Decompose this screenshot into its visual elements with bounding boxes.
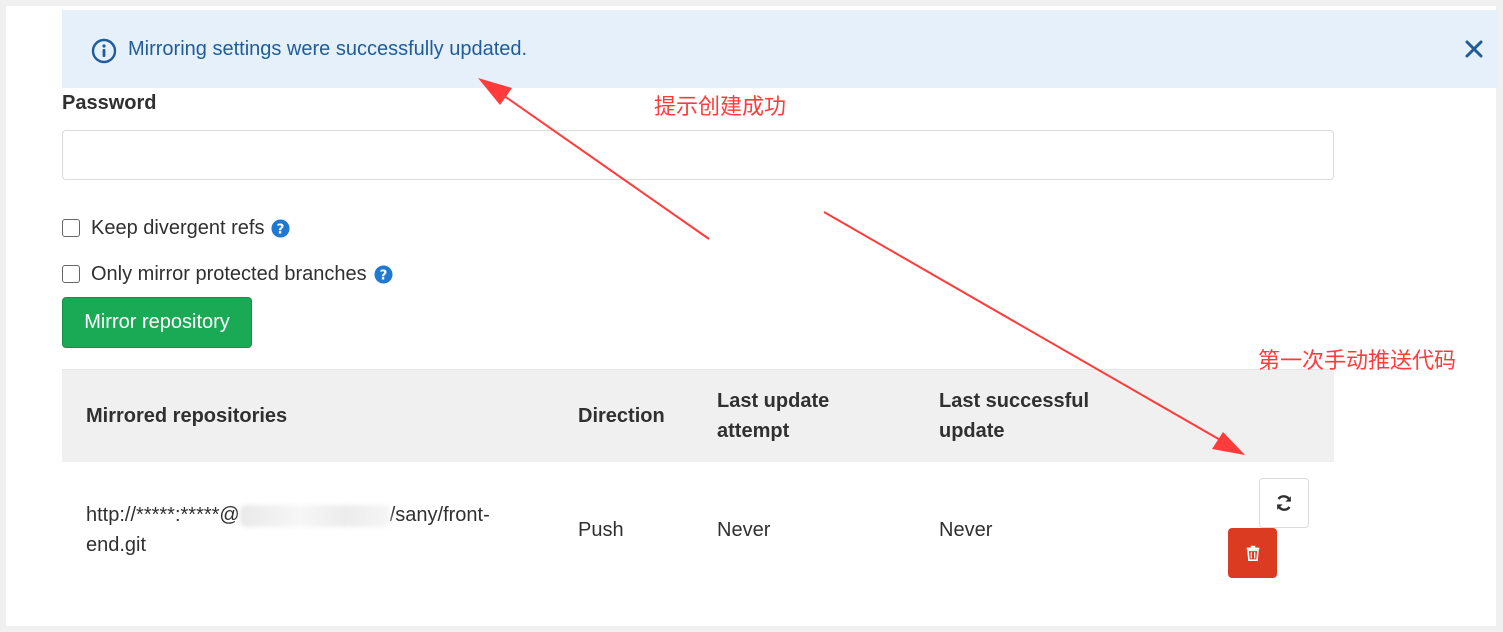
annotation-push-note: 第一次手动推送代码 (1258, 349, 1457, 374)
redacted-host (239, 504, 390, 527)
keep-divergent-refs-checkbox[interactable] (62, 219, 80, 237)
header-last-successful-update: Last successful update (939, 386, 1089, 446)
update-now-button[interactable] (1259, 478, 1309, 528)
mirror-url: http://*****:*****@ /sany/front- end.git (86, 500, 490, 560)
only-mirror-protected-row: Only mirror protected branches ? (62, 261, 393, 287)
header-mirrored-repositories: Mirrored repositories (86, 405, 288, 427)
question-circle-icon[interactable]: ? (374, 264, 393, 284)
last-successful-update-value: Never (939, 519, 993, 541)
flash-message: Mirroring settings were successfully upd… (128, 38, 528, 60)
password-label: Password (62, 92, 157, 114)
table-header: Mirrored repositories Direction Last upd… (62, 369, 1334, 462)
flash-notice: Mirroring settings were successfully upd… (62, 10, 1497, 88)
flash-close-button[interactable] (1461, 36, 1487, 62)
header-last-update-attempt-line1: Last update (717, 390, 830, 412)
last-update-attempt-value: Never (717, 519, 771, 541)
mirror-repository-button[interactable]: Mirror repository (62, 297, 252, 348)
keep-divergent-refs-row: Keep divergent refs ? (62, 215, 290, 241)
svg-text:?: ? (379, 268, 387, 283)
header-direction: Direction (578, 405, 665, 427)
trash-icon (1246, 545, 1259, 562)
header-last-update-attempt: Last update attempt (717, 386, 829, 446)
only-mirror-protected-label[interactable]: Only mirror protected branches (91, 263, 367, 286)
question-circle-icon[interactable]: ? (271, 218, 290, 238)
header-last-successful-update-line1: Last successful (939, 390, 1090, 412)
header-last-successful-update-line2: update (939, 420, 1005, 442)
mirror-url-prefix: http://*****:*****@ (86, 504, 240, 526)
annotation-success-note: 提示创建成功 (654, 95, 787, 120)
sync-icon (1276, 495, 1292, 511)
mirrored-repositories-table: Mirrored repositories Direction Last upd… (62, 369, 1334, 612)
mirror-url-suffix: /sany/front- (389, 504, 490, 526)
direction-value: Push (578, 519, 624, 541)
remove-mirror-button[interactable] (1228, 528, 1277, 578)
info-circle-icon (91, 38, 117, 64)
keep-divergent-refs-label[interactable]: Keep divergent refs (91, 217, 264, 240)
password-input[interactable] (62, 130, 1334, 180)
only-mirror-protected-checkbox[interactable] (62, 265, 80, 283)
svg-text:?: ? (277, 222, 285, 237)
mirror-url-line2: end.git (86, 534, 147, 556)
table-row: http://*****:*****@/sany/front- end.git … (62, 462, 1334, 612)
header-last-update-attempt-line2: attempt (717, 420, 790, 442)
close-icon (1465, 40, 1483, 58)
